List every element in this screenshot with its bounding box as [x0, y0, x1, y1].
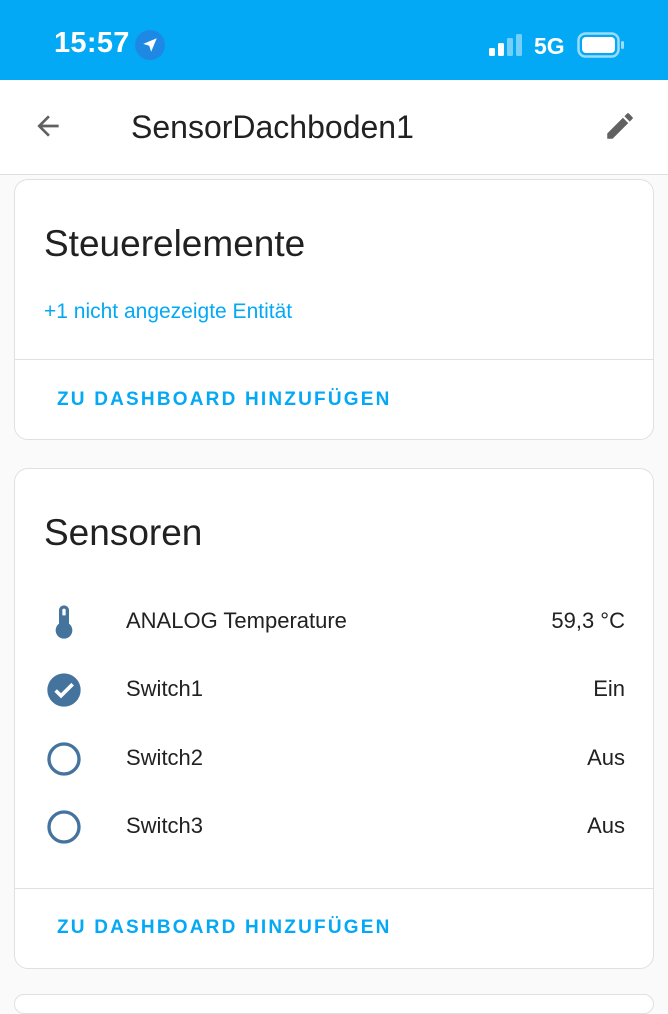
- checkbox-blank-circle-outline-icon: [44, 739, 84, 779]
- add-to-dashboard-button[interactable]: ZU DASHBOARD HINZUFÜGEN: [57, 389, 392, 411]
- battery-icon: [577, 32, 625, 63]
- back-button[interactable]: [26, 106, 70, 150]
- app-bar: SensorDachboden1: [0, 80, 668, 175]
- sensor-row-switch2[interactable]: Switch2 Aus: [15, 728, 653, 786]
- sensor-row-switch3[interactable]: Switch3 Aus: [15, 796, 653, 854]
- hidden-entities-link[interactable]: +1 nicht angezeigte Entität: [44, 300, 292, 324]
- pencil-icon: [603, 109, 637, 148]
- page-title: SensorDachboden1: [131, 109, 414, 145]
- card-title: Steuerelemente: [44, 223, 306, 264]
- sensor-name: Switch2: [126, 745, 204, 770]
- next-card: [14, 994, 654, 1014]
- status-bar: 15:57 5G: [0, 0, 668, 80]
- network-type: 5G: [534, 33, 565, 59]
- divider: [15, 359, 653, 360]
- cellular-signal-icon: [489, 34, 523, 61]
- checkbox-marked-circle-icon: [44, 670, 84, 710]
- checkbox-blank-circle-outline-icon: [44, 807, 84, 847]
- sensor-value: 59,3 °C: [551, 608, 625, 633]
- location-arrow-icon: [135, 30, 165, 60]
- divider: [15, 888, 653, 889]
- sensor-value: Ein: [593, 676, 625, 701]
- sensor-name: ANALOG Temperature: [126, 608, 347, 633]
- add-to-dashboard-button[interactable]: ZU DASHBOARD HINZUFÜGEN: [57, 917, 392, 939]
- controls-card: Steuerelemente +1 nicht angezeigte Entit…: [14, 179, 654, 440]
- sensor-name: Switch3: [126, 813, 204, 838]
- sensor-name: Switch1: [126, 676, 204, 701]
- thermometer-icon: [44, 602, 84, 642]
- edit-button[interactable]: [598, 106, 642, 150]
- card-title: Sensoren: [44, 512, 203, 553]
- sensor-row-switch1[interactable]: Switch1 Ein: [15, 659, 653, 717]
- sensor-row-analog-temperature[interactable]: ANALOG Temperature 59,3 °C: [15, 591, 653, 649]
- sensors-card: Sensoren ANALOG Temperature 59,3 °C Swit…: [14, 468, 654, 969]
- arrow-left-icon: [32, 110, 64, 147]
- status-time: 15:57: [54, 27, 130, 59]
- sensor-value: Aus: [587, 745, 625, 770]
- sensor-value: Aus: [587, 813, 625, 838]
